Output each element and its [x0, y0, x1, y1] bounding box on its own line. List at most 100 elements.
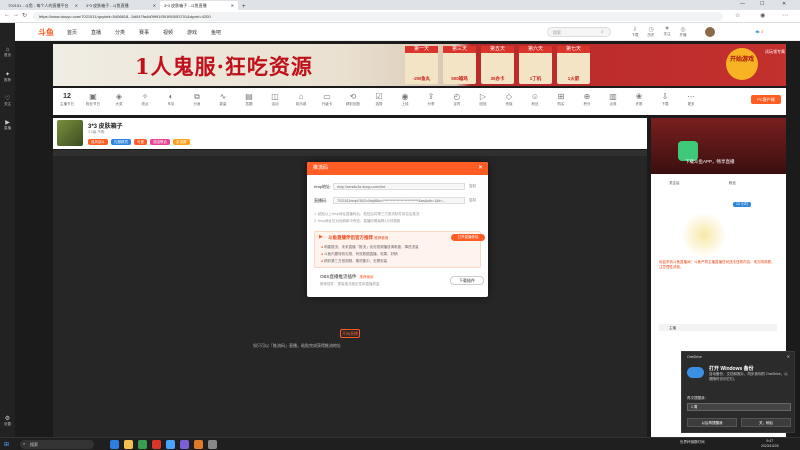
start-live-button[interactable]: 开始直播 — [340, 329, 360, 338]
nav-item[interactable]: 鱼吧 — [211, 29, 221, 36]
toolbar-item[interactable]: ❀ 许愿 — [629, 91, 649, 107]
room-tag[interactable]: 逐风战斗 — [88, 139, 108, 145]
toolbar-item[interactable]: ⟲ 精彩回放 — [343, 91, 363, 107]
app-icon[interactable] — [180, 440, 189, 449]
windows-start-icon[interactable]: ⊞ — [4, 441, 9, 448]
toolbar-item[interactable]: ✧ 亮点 — [135, 91, 155, 107]
dismiss-button[interactable]: 关，稍后 — [741, 418, 791, 427]
rail-item-follow[interactable]: ♡ 关注 — [0, 95, 15, 107]
rail-item-home[interactable]: ⌂ 首页 — [0, 47, 15, 58]
taskbar-search[interactable]: 搜索 — [20, 440, 94, 449]
nav-item[interactable]: 首页 — [67, 29, 77, 36]
toolbar-item[interactable]: ◈ 大奖 — [109, 91, 129, 107]
streamer-avatar[interactable] — [57, 120, 83, 146]
header-broadcast[interactable]: ◎ 开播 — [677, 26, 689, 38]
rail-item-settings[interactable]: ⚙ 设置 — [0, 415, 15, 427]
app-icon: ▶ — [319, 234, 323, 240]
app-icon[interactable] — [194, 440, 203, 449]
system-clock[interactable]: 9:47 2023/10/26 — [761, 439, 779, 449]
profile-icon[interactable]: ◉ — [760, 12, 765, 19]
app-icon[interactable] — [208, 440, 217, 449]
toolbar-item[interactable]: ▣ 粉丝节日 — [83, 91, 103, 107]
toolbar-item[interactable]: ▭ 升级卡 — [317, 91, 337, 107]
toolbar-label: 定时 — [453, 102, 461, 106]
cloud-icon — [687, 367, 704, 378]
remind-select[interactable]: 1 周 — [687, 403, 791, 411]
more-icon[interactable]: ⋯ — [782, 12, 788, 19]
chat-input[interactable] — [659, 324, 777, 331]
toolbar-item[interactable]: ◴ 定时 — [447, 91, 467, 107]
tray-text[interactable]: 世界杯倒数时间 — [680, 440, 705, 445]
rail-item-live[interactable]: ▶ 直播 — [0, 119, 15, 131]
nav-item[interactable]: 视频 — [163, 29, 173, 36]
back-icon[interactable]: ← — [4, 12, 10, 18]
explorer-app-icon[interactable] — [124, 440, 133, 449]
day-value: 30办卡 — [490, 76, 505, 81]
header-history[interactable]: ◷ 历史 — [645, 26, 657, 38]
room-tag[interactable]: 可爱 — [134, 139, 147, 145]
browser-tab[interactable]: 3*3 皮肤箱子 - 斗鱼直播 ✕ — [82, 1, 160, 10]
toolbar-item[interactable]: ⊞ 购买 — [551, 91, 571, 107]
toolbar-item[interactable]: ∿ 能量 — [213, 91, 233, 107]
nav-item[interactable]: 分类 — [115, 29, 125, 36]
toolbar-item[interactable]: ⇪ 分享 — [421, 91, 441, 107]
stream-key-field[interactable]: 7021511rtmp01f02c0dq9f&n=***************… — [333, 197, 465, 204]
toolbar-item[interactable]: ◇ 贵族 — [499, 91, 519, 107]
room-tag[interactable]: 礼服精灵 — [111, 139, 131, 145]
header-download[interactable]: ⇩ 下载 — [629, 26, 641, 38]
toolbar-item[interactable]: ⇩ 下载 — [655, 91, 675, 107]
copy-rtmp-button[interactable]: 复制 — [469, 184, 476, 189]
rail-item-recommend[interactable]: ✦ 推荐 — [0, 71, 15, 83]
favorites-icon[interactable]: ☆ — [735, 12, 740, 19]
search-icon[interactable]: ⌕ — [601, 29, 604, 35]
close-icon[interactable]: ✕ — [75, 1, 78, 10]
minimize-icon[interactable]: — — [740, 1, 745, 7]
remind-later-button[interactable]: 以后再提醒我 — [687, 418, 737, 427]
start-game-button[interactable]: 开始游戏 — [726, 48, 758, 80]
download-plugin-button[interactable]: 下载插件 — [450, 276, 484, 285]
rtmp-field[interactable]: rtmp://sendtc3a.douyu.com/live — [333, 183, 465, 190]
pc-client-button[interactable]: PC客户端 — [751, 95, 781, 104]
open-companion-button[interactable]: 打开直播伴侣 — [451, 234, 485, 241]
follow-count-badge[interactable]: 10 小时 — [733, 202, 751, 207]
reload-icon[interactable]: ↻ — [22, 12, 27, 19]
room-tag[interactable]: 友谊赛 — [173, 139, 190, 145]
nav-item[interactable]: 赛事 — [139, 29, 149, 36]
toolbar-item[interactable]: ⧉ 分身 — [187, 91, 207, 107]
header-follow[interactable]: ♥ 关注 — [661, 26, 673, 37]
app-icon[interactable] — [152, 440, 161, 449]
toolbar-item[interactable]: ▷ 回放 — [473, 91, 493, 107]
close-icon[interactable]: ✕ — [231, 1, 234, 10]
close-icon[interactable]: ✕ — [787, 354, 790, 359]
app-download-ad[interactable]: 下载斗鱼APP，畅享直播 — [651, 118, 786, 174]
forward-icon[interactable]: → — [13, 12, 19, 18]
toolbar-item[interactable]: ▤ 答题 — [239, 91, 259, 107]
toolbar-item[interactable]: ⌂ 欢乐城 — [291, 91, 311, 107]
window-close-icon[interactable]: ✕ — [782, 1, 786, 7]
browser-app-icon[interactable] — [166, 440, 175, 449]
maximize-icon[interactable]: ☐ — [760, 1, 764, 7]
store-app-icon[interactable] — [138, 440, 147, 449]
nav-item[interactable]: 直播 — [91, 29, 101, 36]
toolbar-item[interactable]: ▥ 点券 — [603, 91, 623, 107]
close-icon[interactable]: ✕ — [478, 162, 483, 175]
copy-key-button[interactable]: 复制 — [469, 198, 476, 203]
toolbar-item[interactable]: ⋯ 更多 — [681, 91, 701, 107]
toolbar-item[interactable]: ◫ 活动 — [265, 91, 285, 107]
close-icon[interactable]: ✕ — [153, 1, 156, 10]
replay-icon: ⟲ — [349, 92, 357, 101]
nav-item[interactable]: 游戏 — [187, 29, 197, 36]
browser-tab[interactable]: 702151 - 斗鱼 - 每个人的直播平台 ✕ — [4, 1, 82, 10]
toolbar-item[interactable]: ☺ 粉丝 — [525, 91, 545, 107]
toolbar-item[interactable]: ◉ 上线 — [395, 91, 415, 107]
toolbar-item[interactable]: ◐ 车队 — [161, 91, 181, 107]
avatar[interactable] — [705, 27, 715, 37]
room-tag[interactable]: 强强联合 — [150, 139, 170, 145]
toolbar-item[interactable]: ☑ 选秀 — [369, 91, 389, 107]
promo-banner[interactable]: 1人鬼服·狂吃资源 第一天 -2W鱼丸 第三天 500箱鸡 第五天 30办卡 第六天 1… — [53, 44, 786, 86]
url-input[interactable]: https://www.douyu.com/7021511/quyinbi=54… — [33, 12, 723, 21]
browser-tab-active[interactable]: 3*3 皮肤箱子 - 斗鱼直播 ✕ — [160, 1, 238, 10]
site-logo[interactable]: 斗鱼 — [38, 27, 54, 38]
edge-app-icon[interactable] — [110, 440, 119, 449]
toolbar-item[interactable]: ⊕ 积分 — [577, 91, 597, 107]
